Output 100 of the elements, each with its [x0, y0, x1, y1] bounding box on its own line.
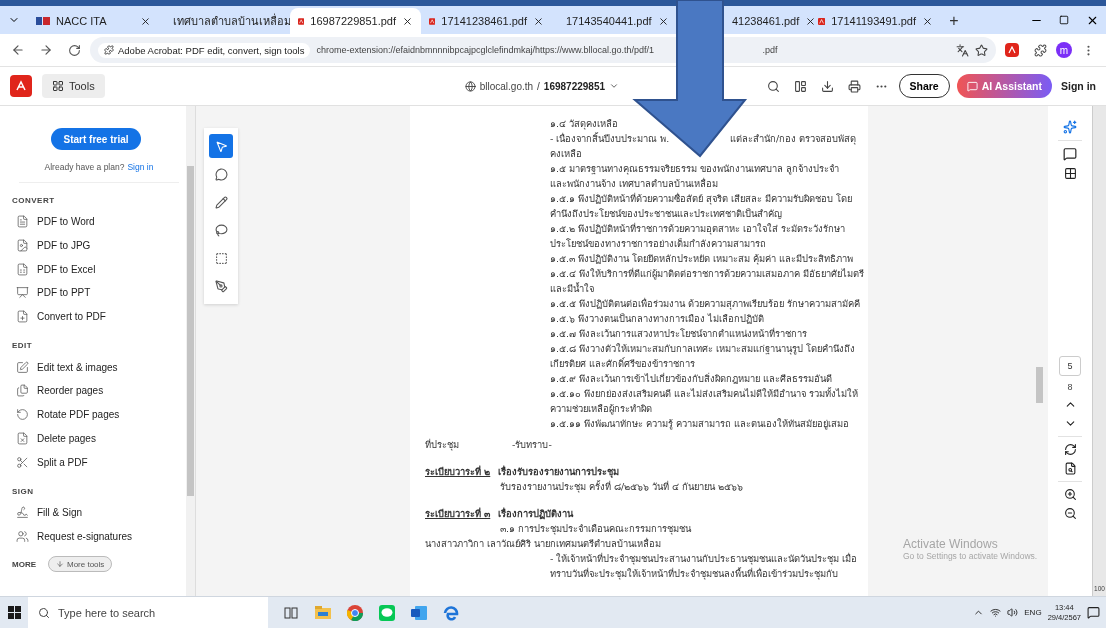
- document-icon[interactable]: [1063, 462, 1077, 475]
- reload-icon[interactable]: [67, 43, 81, 57]
- scrollbar[interactable]: [186, 106, 195, 596]
- document-line: คงเหลือ: [550, 147, 582, 161]
- document-line: ๑.๕.๗ พึงละเว้นการแสวงหาประโยชน์จากตำแหน่งหน้าที่ราชการ: [550, 327, 807, 341]
- tool-item[interactable]: Reorder pages: [12, 379, 186, 403]
- tool-item[interactable]: PDF to PPT: [12, 281, 186, 305]
- section-heading: MORE: [12, 559, 36, 569]
- page-number-field[interactable]: 5: [1059, 356, 1081, 376]
- close-icon[interactable]: [402, 15, 413, 27]
- browser-tab[interactable]: 17143540441.pdf: [552, 8, 672, 34]
- document-line: ๑.๕.๔ พึงให้บริการที่ดีแก่ผู้มาติดต่อราชการด้วยความเสมอภาค มีอัธยาศัยไมตรี: [550, 267, 864, 281]
- network-icon[interactable]: [990, 607, 1002, 618]
- close-icon[interactable]: [533, 15, 544, 27]
- tool-item[interactable]: Edit text & images: [12, 355, 186, 380]
- tool-icon: [16, 384, 29, 398]
- document-line: ๑.๕.๑ พึงปฏิบัติหน้าที่ด้วยความซื่อสัตย์ สุจริต เสียสละ มีความรับผิดชอบ โดย: [550, 192, 852, 206]
- browser-tab[interactable]: NACC ITA: [28, 8, 159, 34]
- tool-item[interactable]: Convert to PDF: [12, 304, 186, 329]
- file-name: 16987229851: [543, 80, 606, 92]
- tool-icon: [16, 455, 29, 469]
- notification-icon[interactable]: [1087, 606, 1100, 619]
- browser-tab[interactable]: 17141193491.pdf: [810, 8, 941, 34]
- tool-item[interactable]: PDF to JPG: [12, 233, 186, 258]
- forward-icon[interactable]: [39, 43, 53, 57]
- back-icon[interactable]: [11, 43, 25, 57]
- tool-item[interactable]: Fill & Sign: [12, 500, 186, 525]
- document-line: ๑.๕.๙ พึงละเว้นการเข้าไปเกี่ยวข้องกับสิ่งผิดกฎหมาย และศีลธรรมอันดี: [550, 372, 832, 386]
- tool-icon: [16, 360, 29, 374]
- sign-tool-icon[interactable]: [214, 279, 228, 293]
- translate-icon[interactable]: [956, 43, 969, 57]
- extension-chip[interactable]: Adobe Acrobat: PDF edit, convert, sign tools: [98, 42, 311, 58]
- ai-assistant-button[interactable]: AI Assistant: [956, 74, 1052, 98]
- document-line: ๑.๕.๖ พึงวางตนเป็นกลางทางการเมือง ไม่เลือกปฏิบัติ: [550, 312, 764, 326]
- agenda-title: เรื่องรับรองรายงานการประชุม: [498, 464, 619, 479]
- close-icon[interactable]: [805, 15, 817, 27]
- activation-message: Go to Settings to activate Windows.: [903, 551, 1038, 561]
- document-line: ความช่วยเหลือผู้กระทำผิด: [550, 402, 652, 416]
- tool-item[interactable]: PDF to Word: [12, 210, 186, 234]
- comment-tool-icon[interactable]: [214, 167, 228, 181]
- close-icon[interactable]: [140, 15, 151, 27]
- document-line: ๑.๕ มาตรฐานทางคุณธรรมจริยธรรม ของพนักงานเทศบาล ลูกจ้างประจำ: [550, 162, 839, 176]
- comment-icon[interactable]: [1063, 147, 1077, 161]
- tool-item[interactable]: PDF to Excel: [12, 257, 186, 282]
- zoom-in-icon[interactable]: [1063, 488, 1077, 501]
- start-trial-button[interactable]: Start free trial: [51, 128, 141, 150]
- new-tab-button[interactable]: +: [941, 8, 967, 34]
- share-button[interactable]: Share: [898, 74, 950, 98]
- section-heading: EDIT: [12, 341, 34, 351]
- tool-icon: [16, 262, 29, 276]
- browser-tab[interactable]: 16987229851.pdf: [290, 8, 421, 34]
- document-line: ประโยชน์ของทางราชการอย่างเต็มกำลังความสามารถ: [550, 237, 766, 251]
- thumbnails-icon[interactable]: [1063, 167, 1077, 180]
- document-line: ๑.๕.๕ พึงปฏิบัติตนต่อเพื่อร่วมงาน ด้วยความสุภาพเรียบร้อย รักษาความสามัคคี: [550, 297, 860, 311]
- tool-item[interactable]: Split a PDF: [12, 450, 186, 474]
- tool-item[interactable]: Request e-signatures: [12, 524, 186, 549]
- close-icon[interactable]: [657, 15, 669, 27]
- lasso-tool-icon[interactable]: [214, 223, 228, 237]
- tool-icon: [16, 506, 29, 520]
- text-tool-icon[interactable]: [214, 251, 228, 265]
- globe-icon: [464, 80, 476, 92]
- tool-item[interactable]: Delete pages: [12, 426, 186, 451]
- refresh-icon[interactable]: [1063, 443, 1077, 456]
- draw-tool-icon[interactable]: [214, 195, 228, 209]
- tool-item[interactable]: Rotate PDF pages: [12, 402, 186, 427]
- acrobat-extension-icon[interactable]: [1005, 43, 1019, 57]
- more-tools-button[interactable]: More tools: [48, 556, 113, 573]
- close-icon[interactable]: [922, 15, 933, 27]
- domain-text: bllocal.go.th: [479, 80, 534, 92]
- tool-icon: [16, 239, 29, 253]
- url-text: chrome-extension://efaidnbmnnnibpcajpcglclefindmkaj/https://www.bllocal.go.th/pdf/1: [316, 45, 656, 55]
- acrobat-logo-icon[interactable]: [10, 75, 32, 97]
- bookmark-star-icon[interactable]: [975, 43, 988, 57]
- agenda-title: เรื่องการปฏิบัติงาน: [498, 506, 573, 521]
- puzzle-icon: [104, 45, 114, 55]
- document-line: และมีน้ำใจ: [550, 281, 594, 296]
- zoom-out-icon[interactable]: [1063, 507, 1077, 520]
- taskbar-search-field[interactable]: Type here to search: [28, 597, 268, 628]
- document-line: แต่ละสำนัก/กอง ตรวจสอบพัสดุ: [730, 132, 857, 146]
- windows-logo-icon[interactable]: [7, 606, 21, 619]
- language-indicator[interactable]: ENG: [1024, 608, 1042, 617]
- address-bar[interactable]: Adobe Acrobat: PDF edit, convert, sign tools chrome-extension://efaidnbmnnnibpcajpcglclefindmkaj/https://www.bllocal.go.th/pdf/1 .pdf: [90, 37, 996, 63]
- browser-tab[interactable]: 41238461.pdf: [724, 8, 810, 34]
- volume-icon[interactable]: [1007, 607, 1019, 618]
- select-tool-icon[interactable]: [214, 139, 228, 153]
- activation-title: Activate Windows: [903, 537, 999, 551]
- browser-tab[interactable]: 17141238461.pdf: [421, 8, 552, 34]
- tool-icon: [16, 431, 29, 445]
- document-line: ๓.๑ การประชุมประจำเดือนคณะกรรมการชุมชน: [500, 522, 691, 536]
- profile-avatar[interactable]: m: [1056, 42, 1072, 58]
- puzzle-icon[interactable]: [1033, 43, 1047, 57]
- tools-button[interactable]: Tools: [42, 74, 105, 98]
- sign-in-button[interactable]: Sign in: [1059, 80, 1098, 92]
- document-line: ๑.๔ วัสดุคงเหลือ: [550, 117, 618, 131]
- maximize-icon[interactable]: [1059, 15, 1069, 25]
- tool-icon: [16, 408, 29, 422]
- ai-page-icon[interactable]: [1063, 120, 1077, 134]
- chevron-icon[interactable]: [609, 81, 620, 91]
- tool-button[interactable]: [209, 134, 233, 158]
- sign-in-link[interactable]: Sign in: [127, 162, 154, 172]
